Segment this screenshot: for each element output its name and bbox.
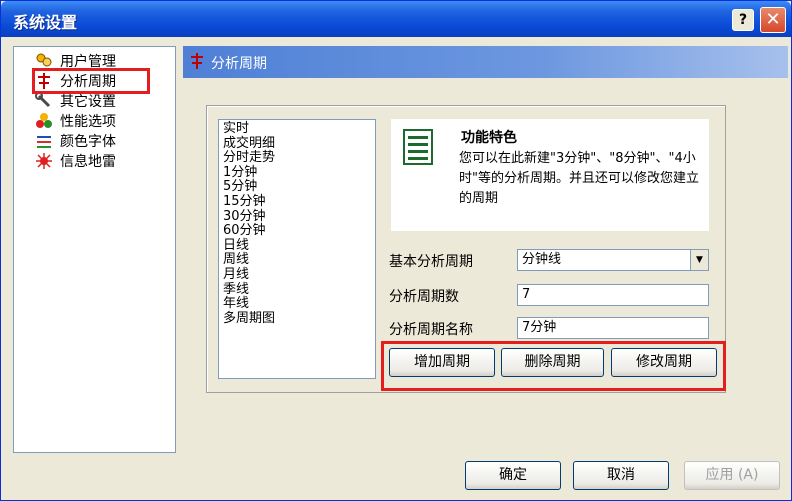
tree-item-info-mine[interactable]: 信息地雷: [34, 151, 116, 171]
base-period-label: 基本分析周期: [389, 254, 473, 270]
cancel-button[interactable]: 取消: [573, 461, 669, 490]
spreadsheet-icon: [403, 129, 433, 165]
list-item[interactable]: 15分钟: [223, 194, 371, 210]
period-count-label: 分析周期数: [389, 289, 459, 305]
period-icon: [189, 52, 205, 74]
ok-button[interactable]: 确定: [465, 461, 561, 490]
settings-tree: 用户管理 分析周期 其它设置 性能选项 颜色字体 信息地雷: [13, 46, 176, 453]
add-period-button[interactable]: 增加周期: [389, 348, 495, 377]
performance-icon: [34, 112, 54, 130]
list-item[interactable]: 年线: [223, 297, 371, 312]
list-item[interactable]: 日线: [223, 238, 371, 254]
feature-info-box: 功能特色 您可以在此新建"3分钟"、"8分钟"、"4小时"等的分析周期。并且还可…: [391, 119, 709, 231]
list-item[interactable]: 5分钟: [223, 180, 371, 195]
base-period-value: 分钟线: [522, 252, 562, 267]
tree-item-other-settings[interactable]: 其它设置: [34, 91, 116, 111]
period-list[interactable]: 实时 成交明细 分时走势 1分钟 5分钟 15分钟 30分钟 60分钟 日线 周…: [218, 119, 376, 379]
list-item[interactable]: 月线: [223, 267, 371, 283]
section-title: 分析周期: [211, 56, 267, 72]
period-name-label: 分析周期名称: [389, 322, 473, 338]
font-color-icon: [34, 132, 54, 150]
modify-period-button[interactable]: 修改周期: [611, 348, 717, 377]
tree-item-color-font[interactable]: 颜色字体: [34, 131, 116, 151]
period-count-input[interactable]: 7: [517, 284, 709, 306]
wrench-icon: [34, 92, 54, 110]
mine-icon: [34, 152, 54, 170]
tree-item-label: 信息地雷: [60, 154, 116, 170]
tree-item-label: 其它设置: [60, 94, 116, 110]
settings-window: 系统设置 ? ✕ 用户管理 分析周期 其它设置 性能选项 颜色字体 信息地雷 分…: [0, 0, 792, 501]
window-title: 系统设置: [13, 13, 78, 32]
help-button[interactable]: ?: [732, 9, 754, 31]
apply-button[interactable]: 应用 (A): [684, 461, 780, 490]
list-item[interactable]: 季线: [223, 282, 371, 298]
section-header: 分析周期: [183, 46, 788, 78]
list-item[interactable]: 周线: [223, 253, 371, 268]
chevron-down-icon[interactable]: ▼: [690, 250, 708, 270]
list-item[interactable]: 30分钟: [223, 209, 371, 225]
list-item[interactable]: 60分钟: [223, 224, 371, 239]
list-item[interactable]: 多周期图: [223, 311, 371, 327]
tree-item-label: 性能选项: [60, 114, 116, 130]
feature-title: 功能特色: [461, 130, 517, 146]
period-name-input[interactable]: 7分钟: [517, 317, 709, 339]
delete-period-button[interactable]: 删除周期: [501, 348, 604, 377]
feature-description: 您可以在此新建"3分钟"、"8分钟"、"4小时"等的分析周期。并且还可以修改您建…: [459, 151, 699, 206]
selected-item-highlight: [32, 68, 150, 94]
base-period-select[interactable]: 分钟线 ▼: [517, 249, 709, 271]
list-item[interactable]: 成交明细: [223, 136, 371, 152]
tree-item-label: 颜色字体: [60, 134, 116, 150]
close-button[interactable]: ✕: [760, 7, 786, 33]
title-bar[interactable]: 系统设置 ? ✕: [1, 1, 791, 37]
tree-item-performance[interactable]: 性能选项: [34, 111, 116, 131]
list-item[interactable]: 实时: [223, 121, 371, 137]
list-item[interactable]: 分时走势: [223, 151, 371, 166]
